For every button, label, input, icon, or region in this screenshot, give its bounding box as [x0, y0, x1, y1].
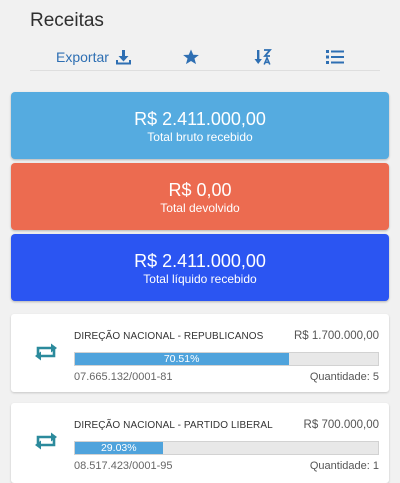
receipt-card[interactable]: DIREÇÃO NACIONAL - PARTIDO LIBERAL R$ 70… [11, 403, 389, 483]
receipt-name: DIREÇÃO NACIONAL - REPUBLICANOS [74, 331, 264, 342]
receipt-document: 08.517.423/0001-95 [74, 460, 173, 472]
download-icon [115, 49, 132, 66]
receipt-document: 07.665.132/0001-81 [74, 371, 173, 383]
total-devolvido-card: R$ 0,00 Total devolvido [11, 163, 389, 230]
sort-button[interactable] [254, 46, 272, 68]
receipt-progress-bar: 29.03% [74, 441, 379, 455]
total-liquido-card: R$ 2.411.000,00 Total líquido recebido [11, 234, 389, 301]
total-bruto-card: R$ 2.411.000,00 Total bruto recebido [11, 92, 389, 159]
total-devolvido-caption: Total devolvido [160, 201, 240, 215]
favorites-button[interactable] [182, 46, 200, 68]
receipt-percent: 29.03% [100, 442, 137, 454]
receipt-name: DIREÇÃO NACIONAL - PARTIDO LIBERAL [74, 420, 273, 431]
receipt-value: R$ 1.700.000,00 [293, 330, 379, 342]
total-liquido-amount: R$ 2.411.000,00 [134, 251, 266, 271]
page-title: Receitas [30, 10, 104, 31]
total-bruto-amount: R$ 2.411.000,00 [134, 109, 266, 129]
receipt-quantity: Quantidade: 1 [309, 460, 379, 472]
receipt-value: R$ 700.000,00 [303, 419, 379, 431]
receipt-card[interactable]: DIREÇÃO NACIONAL - REPUBLICANOS R$ 1.700… [11, 314, 389, 392]
sort-alpha-icon [254, 48, 272, 66]
receipt-progress-bar: 70.51% [74, 352, 379, 366]
transfer-icon [33, 430, 59, 457]
total-bruto-caption: Total bruto recebido [147, 130, 253, 144]
list-view-button[interactable] [326, 46, 344, 68]
total-devolvido-amount: R$ 0,00 [168, 180, 232, 200]
total-liquido-caption: Total líquido recebido [143, 272, 257, 286]
list-icon [326, 49, 344, 65]
toolbar: Exportar [30, 44, 380, 71]
star-icon [182, 48, 200, 66]
transfer-icon [33, 341, 59, 368]
receipt-percent: 70.51% [163, 353, 200, 365]
receipt-quantity: Quantidade: 5 [309, 371, 379, 383]
export-button[interactable]: Exportar [56, 46, 132, 68]
export-label: Exportar [56, 49, 109, 65]
